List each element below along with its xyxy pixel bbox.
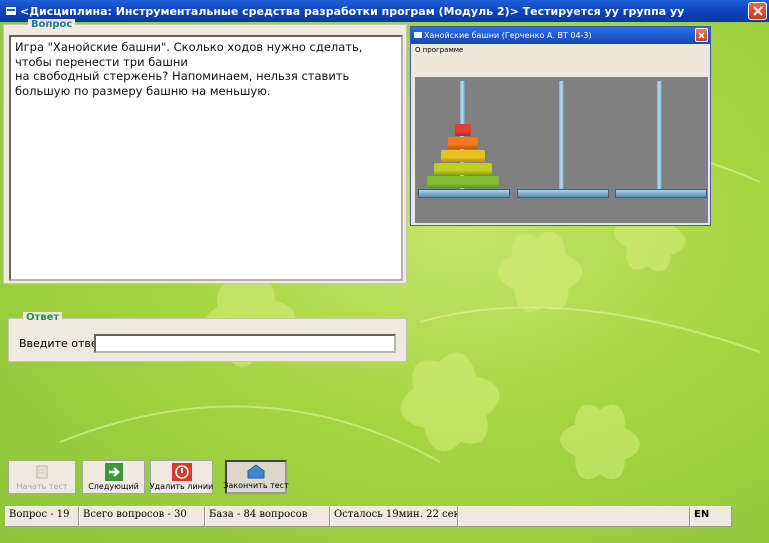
- window-title: <Дисциплина: Инструментальные средства р…: [20, 4, 685, 18]
- window-titlebar[interactable]: <Дисциплина: Инструментальные средства р…: [0, 0, 769, 22]
- hanoi-disk[interactable]: [447, 137, 478, 149]
- status-bar: Вопрос - 19 Всего вопросов - 30 База - 8…: [5, 506, 732, 527]
- start-test-label: Начать тест: [16, 482, 68, 491]
- next-label: Следующий: [88, 482, 139, 491]
- hanoi-menu-about[interactable]: О программе: [411, 44, 710, 56]
- stop-icon: [171, 463, 192, 481]
- peg-base-2: [517, 189, 609, 198]
- window-close-button[interactable]: [748, 2, 767, 20]
- home-icon: [246, 462, 266, 480]
- hanoi-titlebar[interactable]: Ханойские башни (Герченко А. ВТ 04-3): [411, 27, 710, 44]
- status-total-questions: Всего вопросов - 30: [79, 506, 205, 527]
- start-test-button[interactable]: Начать тест: [8, 460, 76, 494]
- hanoi-close-button[interactable]: [695, 28, 708, 42]
- peg-3: [657, 81, 662, 189]
- hanoi-canvas[interactable]: [415, 77, 708, 223]
- finish-test-label: Закончить тест: [223, 481, 289, 490]
- question-text: Игра "Ханойские башни". Сколько ходов ну…: [15, 40, 363, 69]
- status-question-number: Вопрос - 19: [5, 506, 79, 527]
- status-base: База - 84 вопросов: [205, 506, 330, 527]
- answer-input[interactable]: [94, 334, 396, 353]
- finish-test-button[interactable]: Закончить тест: [223, 460, 289, 494]
- hanoi-disk[interactable]: [433, 163, 492, 175]
- delete-lines-label: Удалить линии: [149, 482, 214, 491]
- status-empty: [458, 506, 690, 527]
- close-icon: [752, 6, 763, 16]
- status-time-remaining: Осталось 19мин. 22 сек.: [330, 506, 458, 527]
- peg-base-1: [418, 189, 510, 198]
- answer-label: Введите ответ: [19, 337, 105, 350]
- question-text-continued: на свободный стержень? Напоминаем, нельз…: [15, 69, 350, 98]
- answer-legend: Ответ: [23, 312, 63, 323]
- question-text-box[interactable]: Игра "Ханойские башни". Сколько ходов ну…: [9, 35, 403, 281]
- hanoi-app-icon: [414, 31, 422, 41]
- document-icon: [32, 463, 52, 481]
- delete-lines-button[interactable]: Удалить линии: [150, 460, 213, 494]
- answer-panel: Ответ Введите ответ: [8, 312, 407, 362]
- question-legend: Вопрос: [28, 19, 76, 30]
- question-panel: Вопрос Игра "Ханойские башни". Сколько х…: [3, 19, 407, 284]
- hanoi-disk[interactable]: [454, 124, 471, 136]
- hanoi-window[interactable]: Ханойские башни (Герченко А. ВТ 04-3) О …: [410, 26, 711, 226]
- peg-2: [559, 81, 564, 189]
- next-button[interactable]: Следующий: [82, 460, 145, 494]
- close-icon: [698, 31, 705, 39]
- status-language: EN: [690, 506, 732, 527]
- hanoi-disk[interactable]: [440, 150, 485, 162]
- arrow-right-icon: [104, 463, 124, 481]
- hanoi-disk[interactable]: [426, 176, 499, 188]
- hanoi-title: Ханойские башни (Герченко А. ВТ 04-3): [424, 31, 592, 40]
- app-icon: [4, 4, 18, 18]
- peg-base-3: [615, 189, 707, 198]
